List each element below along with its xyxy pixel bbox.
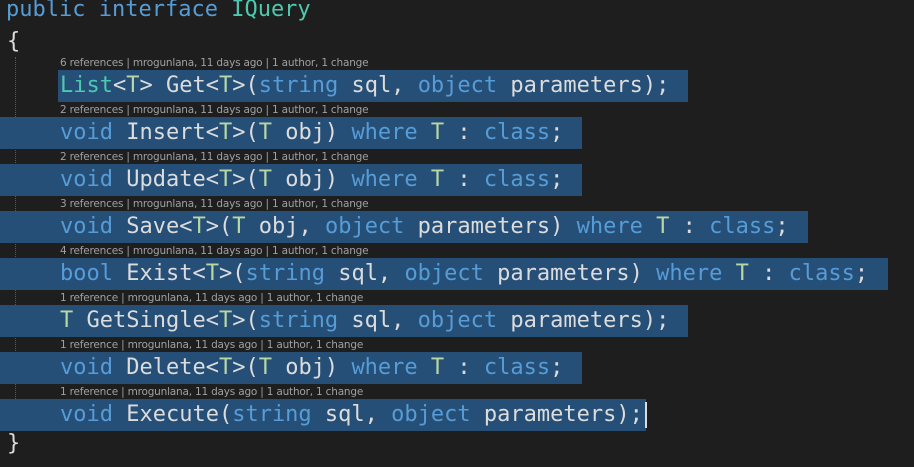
codelens-execute[interactable]: 1 reference | mrogunlana, 11 days ago | … (60, 386, 363, 398)
method-save[interactable]: void Save<T>(T obj, object parameters) w… (58, 211, 795, 243)
method-insert[interactable]: void Insert<T>(T obj) where T : class; (58, 117, 569, 149)
keyword-interface: interface (98, 0, 218, 22)
method-update[interactable]: void Update<T>(T obj) where T : class; (58, 164, 569, 196)
codelens-exist[interactable]: 4 references | mrogunlana, 11 days ago |… (60, 245, 369, 257)
codelens-insert[interactable]: 2 references | mrogunlana, 11 days ago |… (60, 104, 369, 116)
codelens-get[interactable]: 6 references | mrogunlana, 11 days ago |… (60, 57, 369, 69)
selection-edge (0, 211, 58, 243)
open-brace: { (7, 29, 21, 54)
method-exist[interactable]: bool Exist<T>(string sql, object paramet… (58, 258, 874, 290)
keyword-public: public (6, 0, 86, 22)
code-editor[interactable]: public interface IQuery { 6 references |… (0, 0, 914, 467)
codelens-delete[interactable]: 1 reference | mrogunlana, 11 days ago | … (60, 339, 363, 351)
codelens-getsingle[interactable]: 1 reference | mrogunlana, 11 days ago | … (60, 292, 363, 304)
selection-edge (0, 352, 58, 384)
method-getsingle[interactable]: T GetSingle<T>(string sql, object parame… (58, 305, 675, 337)
method-execute[interactable]: void Execute(string sql, object paramete… (58, 399, 653, 431)
selection-edge (0, 117, 58, 149)
method-get[interactable]: List<T> Get<T>(string sql, object parame… (58, 70, 675, 102)
interface-declaration[interactable]: public interface IQuery (6, 0, 311, 28)
selection-edge (0, 305, 58, 337)
interface-name: IQuery (231, 0, 311, 22)
text-cursor (644, 402, 647, 428)
codelens-save[interactable]: 3 references | mrogunlana, 11 days ago |… (60, 198, 369, 210)
selection-edge (0, 164, 58, 196)
selection-edge (0, 258, 58, 290)
close-brace: } (7, 431, 21, 456)
method-delete[interactable]: void Delete<T>(T obj) where T : class; (58, 352, 569, 384)
codelens-update[interactable]: 2 references | mrogunlana, 11 days ago |… (60, 151, 369, 163)
